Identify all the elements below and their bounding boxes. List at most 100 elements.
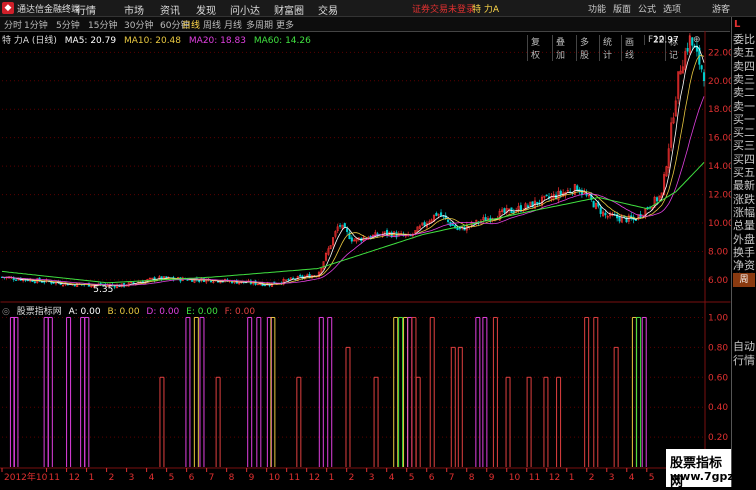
date-tick: 8: [469, 473, 475, 483]
candle-body: [132, 282, 135, 284]
candle-body: [350, 237, 353, 242]
guest-user[interactable]: 游客: [712, 2, 730, 15]
panel-label: 卖三: [733, 72, 755, 86]
date-tick: 5: [649, 473, 655, 483]
candle-body: [604, 212, 607, 216]
panel-label: 卖一: [733, 99, 755, 113]
candle-body: [512, 211, 515, 213]
period-more[interactable]: 更多: [276, 18, 294, 31]
quote-label[interactable]: 行情: [733, 354, 755, 367]
menu-trade[interactable]: 交易: [318, 2, 338, 17]
menu-layout[interactable]: 版面: [613, 2, 631, 15]
menu-options[interactable]: 选项: [663, 2, 681, 15]
period-intraday[interactable]: 分时: [4, 18, 22, 31]
date-tick: 3: [129, 473, 135, 483]
watermark-url: www.7gpzb.com: [670, 470, 756, 483]
period-15min[interactable]: 15分钟: [88, 18, 117, 31]
price-tick: 14.00: [708, 162, 731, 172]
indicator-toggle-icon[interactable]: ◎: [2, 307, 10, 317]
candle-body: [339, 225, 342, 227]
panel-label: 净资: [733, 259, 755, 273]
login-notice[interactable]: 证券交易未登录: [412, 2, 475, 15]
menu-market[interactable]: 市场: [124, 2, 144, 17]
menu-news[interactable]: 资讯: [160, 2, 180, 17]
candle-body: [702, 72, 706, 82]
price-tick: 18.00: [708, 105, 731, 115]
panel-label: 卖五: [733, 46, 755, 60]
candle-body: [423, 222, 426, 226]
period-1min[interactable]: 1分钟: [24, 18, 48, 31]
period-5min[interactable]: 5分钟: [56, 18, 80, 31]
candle-body: [458, 227, 461, 230]
candle-body: [15, 279, 18, 281]
panel-label: 涨跌: [733, 192, 755, 206]
indicator-tick: 1.00: [708, 313, 728, 323]
period-daily[interactable]: 日线: [182, 18, 200, 31]
weekly-marker[interactable]: 周: [733, 273, 755, 287]
candle-body: [447, 219, 450, 222]
menu-quotes[interactable]: 行情: [76, 2, 96, 17]
kline-chart[interactable]: 22.0020.0018.0016.0014.0012.0010.008.006…: [0, 31, 731, 487]
panel-label: 买五: [733, 166, 755, 179]
menu-wealth[interactable]: 财富圈: [274, 2, 304, 17]
panel-toggle[interactable]: L: [734, 19, 740, 30]
menu-formula[interactable]: 公式: [638, 2, 656, 15]
date-tick: 12: [69, 473, 80, 483]
candle-body: [451, 224, 454, 226]
date-tick: 1: [89, 473, 95, 483]
panel-label: 总量: [733, 219, 755, 233]
period-30min[interactable]: 30分钟: [124, 18, 153, 31]
date-tick: 6: [429, 473, 435, 483]
date-tick: 11: [289, 473, 300, 483]
date-tick: 9: [489, 473, 495, 483]
title-bar: ◆ 通达信金融终端 行情 市场 资讯 发现 问小达 财富圈 交易 证券交易未登录…: [0, 0, 756, 17]
date-tick: 7: [449, 473, 455, 483]
price-annotations: 22.97 5.35: [93, 36, 678, 296]
period-monthly[interactable]: 月线: [224, 18, 242, 31]
period-weekly[interactable]: 周线: [203, 18, 221, 31]
indicator-grid: [2, 316, 704, 438]
panel-label: 卖四: [733, 59, 755, 73]
date-tick: 4: [149, 473, 155, 483]
panel-label: 买一: [733, 112, 755, 126]
candle-body: [599, 207, 602, 214]
price-tick: 8.00: [708, 247, 728, 257]
date-tick: 11: [529, 473, 540, 483]
date-tick: 3: [369, 473, 375, 483]
price-tick: 6.00: [708, 276, 728, 286]
date-tick: 3: [609, 473, 615, 483]
menu-discover[interactable]: 发现: [196, 2, 216, 17]
candle-body: [545, 194, 548, 197]
current-stock-name: 特 力A: [472, 5, 500, 15]
high-price-label: 22.97: [653, 36, 679, 46]
candle-body: [655, 197, 659, 202]
menu-ask[interactable]: 问小达: [230, 2, 260, 17]
ma20-label: MA20: 18.83: [188, 36, 246, 46]
date-tick: 2: [109, 473, 115, 483]
price-tick: 16.00: [708, 134, 731, 144]
menu-function[interactable]: 功能: [588, 2, 606, 15]
panel-label: 买四: [733, 152, 755, 166]
date-tick: 9: [249, 473, 255, 483]
period-multi[interactable]: 多周期: [246, 18, 273, 31]
price-tick: 22.00: [708, 48, 731, 58]
app-name: 通达信金融终端: [17, 5, 81, 15]
candle-body: [691, 37, 694, 46]
auto-label[interactable]: 自动: [733, 340, 755, 353]
candle-body: [700, 65, 703, 70]
candle-body: [299, 275, 302, 277]
candle-body: [456, 227, 459, 230]
indicator-legend: ◎ 股票指标网 A: 0.00 B: 0.00 D: 0.00 E: 0.00 …: [2, 304, 259, 317]
price-axis: 22.00 20.00 18.00 16.00 14.00 12.00 10.00 8.00 6…: [708, 48, 731, 286]
indicator-title[interactable]: 股票指标网: [17, 307, 62, 317]
panel-label: 最新: [733, 179, 755, 193]
price-tick: 20.00: [708, 77, 731, 87]
panel-label: 买二: [733, 126, 755, 140]
indicator-d: D: 0.00: [146, 307, 180, 317]
ma-legend: 特 力A (日线) MA5: 20.79 MA10: 20.48 MA20: 1…: [2, 33, 316, 46]
candle-body: [343, 223, 346, 228]
candle-body: [346, 228, 349, 232]
date-tick: 10: [269, 473, 281, 483]
date-tick: 5: [169, 473, 175, 483]
panel-label: 买三: [733, 139, 755, 153]
